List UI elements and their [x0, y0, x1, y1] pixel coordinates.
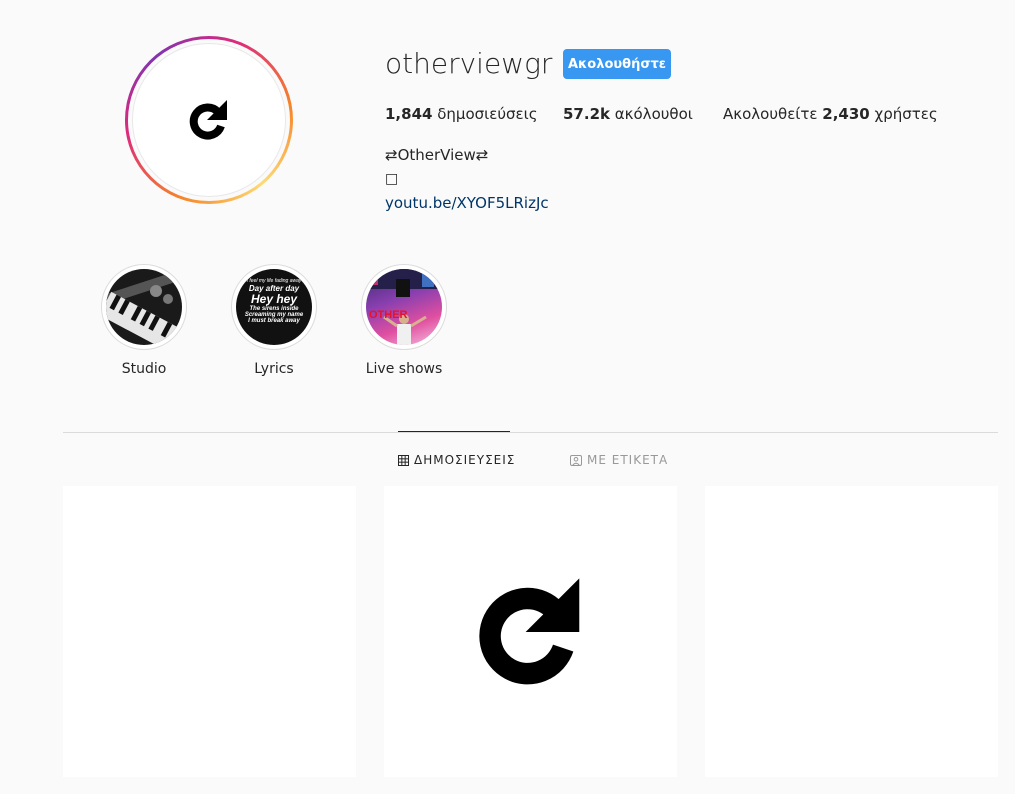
posts-label: δημοσιεύσεις	[437, 105, 538, 123]
post-tile[interactable]	[384, 486, 677, 777]
highlight-live-shows-label: Live shows	[365, 361, 443, 377]
highlight-live-shows-cover: OTHER	[366, 269, 442, 345]
tab-posts-label: ΔΗΜΟΣΙΕΥΣΕΙΣ	[414, 453, 516, 467]
followers-label: ακόλουθοι	[614, 105, 693, 123]
following-suffix: χρήστες	[874, 105, 938, 123]
lyrics-line-3: Hey hey	[250, 292, 298, 306]
bio-glyph: □	[385, 171, 399, 187]
tab-tagged-label: ΜΕ ΕΤΙΚΕΤΑ	[587, 453, 669, 467]
post-tile[interactable]	[63, 486, 356, 777]
followers-stat[interactable]: 57.2k ακόλουθοι	[563, 104, 693, 124]
refresh-icon	[478, 577, 579, 684]
highlight-live-shows[interactable]: OTHER	[361, 264, 447, 350]
bio-link[interactable]: youtu.be/XYOF5LRizJc	[385, 193, 549, 213]
posts-count-stat: 1,844 δημοσιεύσεις	[385, 104, 538, 124]
highlight-studio-label: Studio	[121, 361, 167, 377]
following-prefix: Ακολουθείτε	[723, 105, 818, 123]
tagged-icon	[570, 454, 582, 466]
highlight-lyrics-label: Lyrics	[254, 361, 294, 377]
tabs-divider	[63, 432, 998, 433]
followers-count: 57.2k	[563, 105, 610, 123]
tab-posts[interactable]: ΔΗΜΟΣΙΕΥΣΕΙΣ	[398, 452, 515, 468]
highlight-lyrics-cover: I feel my life fading away Day after day…	[236, 269, 312, 345]
highlight-studio-cover	[106, 269, 182, 345]
tab-tagged[interactable]: ΜΕ ΕΤΙΚΕΤΑ	[570, 452, 668, 468]
highlight-lyrics[interactable]: I feel my life fading away Day after day…	[231, 264, 317, 350]
bio-display-name: ⇄OtherView⇄	[385, 146, 489, 164]
following-count: 2,430	[822, 105, 870, 123]
profile-username: otherviewgr	[385, 47, 553, 80]
highlight-studio[interactable]	[101, 264, 187, 350]
avatar[interactable]	[132, 43, 286, 197]
refresh-icon	[189, 100, 227, 140]
active-tab-indicator	[398, 431, 510, 432]
lyrics-line-6: I must break away	[248, 318, 300, 324]
post-tile[interactable]	[705, 486, 998, 777]
profile-avatar-ring[interactable]	[125, 36, 293, 204]
posts-count: 1,844	[385, 105, 433, 123]
live-shows-cover-text: OTHER	[369, 309, 408, 321]
grid-icon	[398, 454, 409, 466]
follow-button[interactable]: Ακολουθήστε	[563, 49, 671, 79]
following-stat[interactable]: Ακολουθείτε 2,430 χρήστες	[723, 104, 938, 124]
